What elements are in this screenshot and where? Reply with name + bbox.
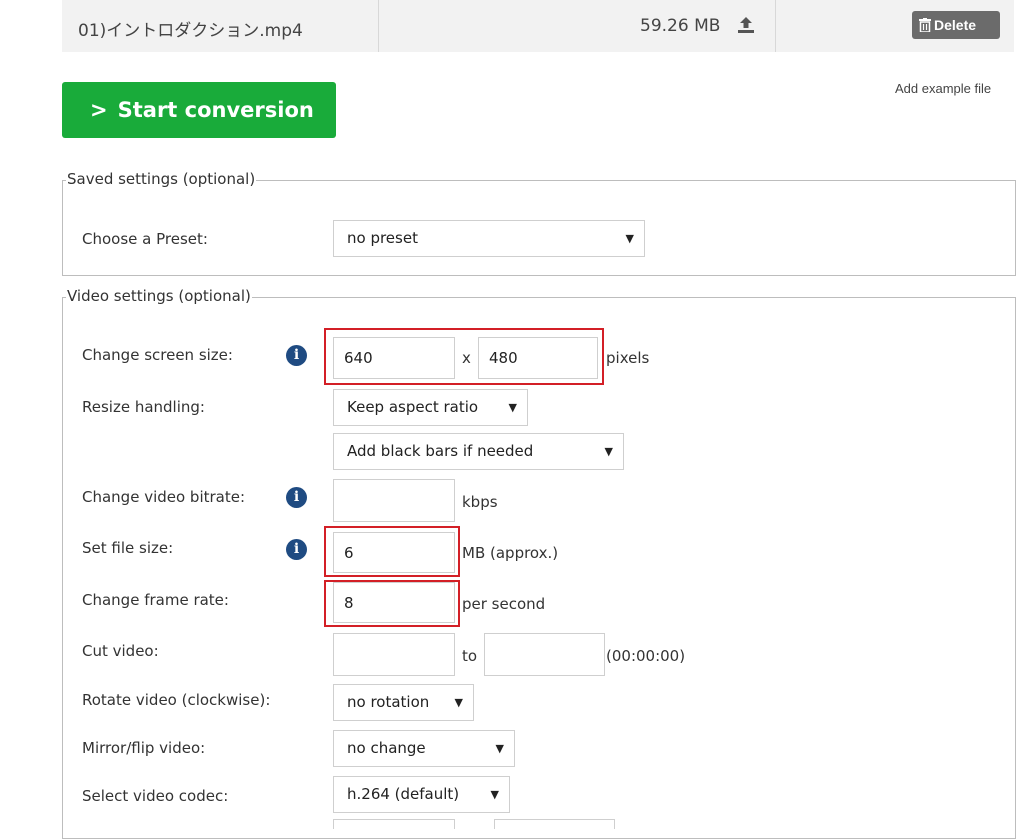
codec-select[interactable]: h.264 (default) ▼ [333,776,510,813]
mirror-value: no change [347,739,426,757]
next-row-input[interactable] [333,819,455,829]
file-name: 01)イントロダクション.mp4 [78,21,303,41]
frame-rate-input[interactable]: 8 [333,582,455,623]
dropdown-arrow-icon: ▼ [625,232,634,245]
info-icon[interactable]: i [286,345,307,366]
dropdown-arrow-icon: ▼ [604,445,613,458]
bitrate-unit: kbps [462,493,498,511]
cut-start-input[interactable] [333,633,455,676]
cut-video-label: Cut video: [82,642,159,660]
cut-to-label: to [462,647,478,665]
resize-value: Keep aspect ratio [347,398,479,416]
dropdown-arrow-icon: ▼ [495,742,504,755]
next-row-input[interactable] [494,819,615,829]
dropdown-arrow-icon: ▼ [508,401,517,414]
width-input[interactable]: 640 [333,337,455,379]
resize-label: Resize handling: [82,398,205,416]
frame-rate-label: Change frame rate: [82,591,229,609]
upload-icon[interactable] [736,15,756,35]
rotate-select[interactable]: no rotation ▼ [333,684,474,721]
codec-value: h.264 (default) [347,785,460,803]
add-example-file-link[interactable]: Add example file [895,81,991,96]
resize-select[interactable]: Keep aspect ratio ▼ [333,389,528,426]
chevron-right-icon: > [90,98,108,122]
screen-size-label: Change screen size: [82,346,233,364]
delete-button[interactable]: Delete [912,11,1000,39]
delete-label: Delete [934,17,977,33]
bitrate-label: Change video bitrate: [82,488,246,506]
dropdown-arrow-icon: ▼ [490,788,499,801]
pixels-unit: pixels [606,349,650,367]
info-icon[interactable]: i [286,539,307,560]
preset-value: no preset [347,229,418,247]
start-conversion-button[interactable]: > Start conversion [62,82,336,138]
dropdown-arrow-icon: ▼ [454,696,463,709]
preset-label: Choose a Preset: [82,230,208,248]
preset-select[interactable]: no preset ▼ [333,220,645,257]
cut-format-hint: (00:00:00) [606,647,686,665]
file-size-label: Set file size: [82,539,174,557]
saved-settings-legend: Saved settings (optional) [66,170,257,188]
file-size: 59.26 MB [640,16,721,36]
codec-label: Select video codec: [82,787,229,805]
file-size-unit: MB (approx.) [462,544,559,562]
rotate-value: no rotation [347,693,430,711]
black-bars-select[interactable]: Add black bars if needed ▼ [333,433,624,470]
info-icon[interactable]: i [286,487,307,508]
start-button-label: Start conversion [117,98,314,122]
trash-icon [919,18,931,32]
mirror-select[interactable]: no change ▼ [333,730,515,767]
bitrate-input[interactable] [333,479,455,522]
video-settings-legend: Video settings (optional) [66,287,252,305]
divider [378,0,379,52]
black-bars-value: Add black bars if needed [347,442,534,460]
divider [775,0,776,52]
frame-rate-unit: per second [462,595,546,613]
mirror-label: Mirror/flip video: [82,739,206,757]
height-input[interactable]: 480 [478,337,598,379]
cut-end-input[interactable] [484,633,605,676]
file-size-input[interactable]: 6 [333,532,455,573]
rotate-label: Rotate video (clockwise): [82,691,271,709]
x-separator: x [462,349,471,367]
